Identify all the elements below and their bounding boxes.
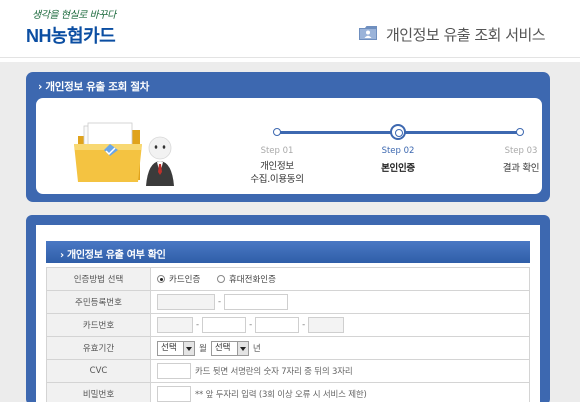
resident-number-label: 주민등록번호 bbox=[46, 290, 151, 314]
row-expiry: 유효기간 선택 월 선택 년 bbox=[46, 336, 530, 360]
row-card-number: 카드번호 - - - bbox=[46, 313, 530, 337]
card-auth-label[interactable]: 카드인증 bbox=[169, 275, 200, 285]
cvc-hint: 카드 뒷면 서명란의 숫자 7자리 중 뒤의 3자리 bbox=[195, 367, 353, 377]
verification-form: 인증방법 선택 카드인증 휴대전화인증 주민등록번호 - 카드번호 --- 유효 bbox=[46, 267, 530, 402]
procedure-steps-box: Step 01 Step 02 Step 03 개인정보 수집.이용동의 본인인… bbox=[36, 98, 542, 194]
row-password: 비밀번호 ** 앞 두자리 입력 (3회 이상 오류 시 서비스 제한) bbox=[46, 382, 530, 402]
nh-card-logo[interactable]: NH농협카드 bbox=[26, 22, 116, 48]
verification-panel: › 개인정보 유출 여부 확인 인증방법 선택 카드인증 휴대전화인증 주민등록… bbox=[26, 215, 550, 402]
procedure-title: › 개인정보 유출 조회 절차 bbox=[38, 81, 150, 93]
row-resident-number: 주민등록번호 - bbox=[46, 290, 530, 314]
step-03-label: 결과 확인 bbox=[502, 163, 540, 174]
step-03-number: Step 03 bbox=[504, 146, 538, 156]
expiry-year-value: 선택 bbox=[214, 342, 231, 353]
resident-number-back-input[interactable] bbox=[224, 294, 289, 310]
step-01-dot bbox=[273, 128, 281, 136]
expiry-label: 유효기간 bbox=[46, 336, 151, 360]
cvc-label: CVC bbox=[46, 359, 151, 383]
procedure-panel: › 개인정보 유출 조회 절차 Step 01 Step 02 Step 03 … bbox=[26, 72, 550, 202]
verification-inner-box: › 개인정보 유출 여부 확인 인증방법 선택 카드인증 휴대전화인증 주민등록… bbox=[36, 225, 540, 402]
card-number-fields: --- bbox=[150, 313, 530, 337]
card-number-dash-1: - bbox=[196, 320, 200, 330]
expiry-month-select[interactable]: 선택 bbox=[157, 340, 195, 356]
site-header: 생각을 현실로 바꾸다 NH농협카드 개인정보 유출 조회 서비스 bbox=[0, 0, 580, 62]
password-hint: ** 앞 두자리 입력 (3회 이상 오류 시 서비스 제한) bbox=[195, 390, 367, 400]
expiry-fields: 선택 월 선택 년 bbox=[150, 336, 530, 360]
step-02-dot bbox=[390, 124, 406, 140]
chevron-down-icon bbox=[183, 341, 194, 355]
card-number-dash-3: - bbox=[302, 320, 306, 330]
password-input[interactable] bbox=[157, 386, 191, 402]
step-02-label: 본인인증 bbox=[381, 163, 415, 174]
step-03-dot bbox=[516, 128, 524, 136]
expiry-year-unit: 년 bbox=[252, 344, 261, 354]
cvc-fields: 카드 뒷면 서명란의 숫자 7자리 중 뒤의 3자리 bbox=[150, 359, 530, 383]
service-title: 개인정보 유출 조회 서비스 bbox=[386, 26, 546, 44]
password-label: 비밀번호 bbox=[46, 382, 151, 402]
resident-number-dash: - bbox=[218, 297, 222, 307]
card-number-dash-2: - bbox=[249, 320, 253, 330]
auth-method-options: 카드인증 휴대전화인증 bbox=[150, 267, 530, 291]
auth-method-label: 인증방법 선택 bbox=[46, 267, 151, 291]
card-number-part3-input[interactable] bbox=[255, 317, 300, 333]
card-number-part1-input[interactable] bbox=[157, 317, 193, 333]
resident-number-front-input[interactable] bbox=[157, 294, 215, 310]
resident-number-fields: - bbox=[150, 290, 530, 314]
verification-header: › 개인정보 유출 여부 확인 bbox=[46, 241, 530, 263]
folder-user-icon bbox=[359, 26, 377, 40]
brand-slogan: 생각을 현실로 바꾸다 bbox=[32, 10, 116, 21]
header-divider bbox=[0, 57, 580, 58]
expiry-month-unit: 월 bbox=[199, 344, 207, 354]
step-01-label-line1: 개인정보 bbox=[260, 161, 294, 172]
verification-title: › 개인정보 유출 여부 확인 bbox=[60, 250, 166, 261]
folder-person-illustration bbox=[74, 122, 174, 186]
cvc-input[interactable] bbox=[157, 363, 191, 379]
card-number-label: 카드번호 bbox=[46, 313, 151, 337]
card-number-part2-input[interactable] bbox=[202, 317, 247, 333]
expiry-month-value: 선택 bbox=[161, 342, 177, 353]
row-cvc: CVC 카드 뒷면 서명란의 숫자 7자리 중 뒤의 3자리 bbox=[46, 359, 530, 383]
step-02-number: Step 02 bbox=[381, 146, 415, 156]
card-number-part4-input[interactable] bbox=[308, 317, 345, 333]
expiry-year-select[interactable]: 선택 bbox=[210, 340, 249, 356]
chevron-down-icon bbox=[236, 341, 248, 355]
password-fields: ** 앞 두자리 입력 (3회 이상 오류 시 서비스 제한) bbox=[150, 382, 530, 402]
step-01-label: 개인정보 수집.이용동의 bbox=[222, 160, 332, 186]
card-auth-radio[interactable] bbox=[157, 275, 165, 283]
step-01-label-line2: 수집.이용동의 bbox=[250, 174, 304, 185]
step-01-number: Step 01 bbox=[260, 146, 294, 156]
phone-auth-radio[interactable] bbox=[216, 275, 225, 283]
row-auth-method: 인증방법 선택 카드인증 휴대전화인증 bbox=[46, 267, 530, 291]
phone-auth-label[interactable]: 휴대전화인증 bbox=[229, 275, 276, 285]
